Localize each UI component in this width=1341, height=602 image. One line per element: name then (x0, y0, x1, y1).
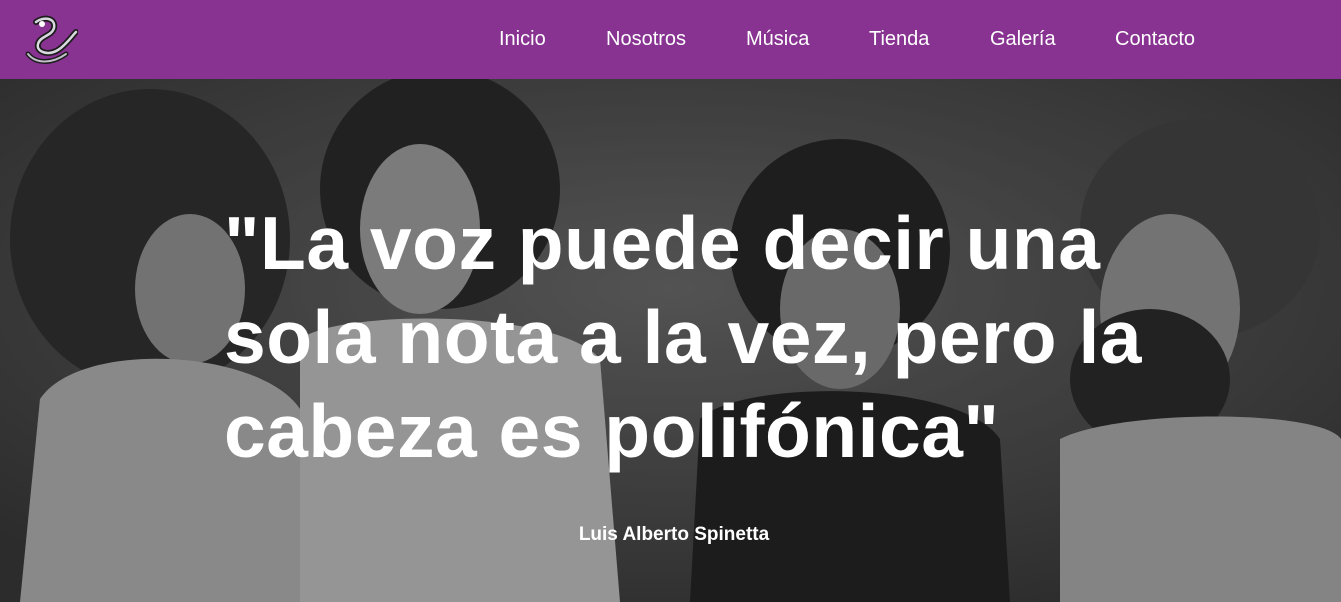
nav-item-galeria[interactable]: Galería (990, 27, 1056, 51)
hero-quote: "La voz puede decir una sola nota a la v… (224, 201, 1143, 473)
nav-item-musica[interactable]: Música (746, 27, 809, 51)
serpent-logo-icon[interactable] (22, 14, 79, 66)
quote-author: Luis Alberto Spinetta (578, 524, 770, 545)
hero-section: "La voz puede decir una sola nota a la v… (0, 79, 1341, 602)
nav-item-tienda[interactable]: Tienda (869, 27, 929, 51)
navbar: Inicio Nosotros Música Tienda Galería Co… (0, 0, 1341, 79)
nav-item-nosotros[interactable]: Nosotros (606, 27, 686, 51)
nav-item-inicio[interactable]: Inicio (499, 27, 546, 51)
nav-item-contacto[interactable]: Contacto (1115, 27, 1195, 51)
